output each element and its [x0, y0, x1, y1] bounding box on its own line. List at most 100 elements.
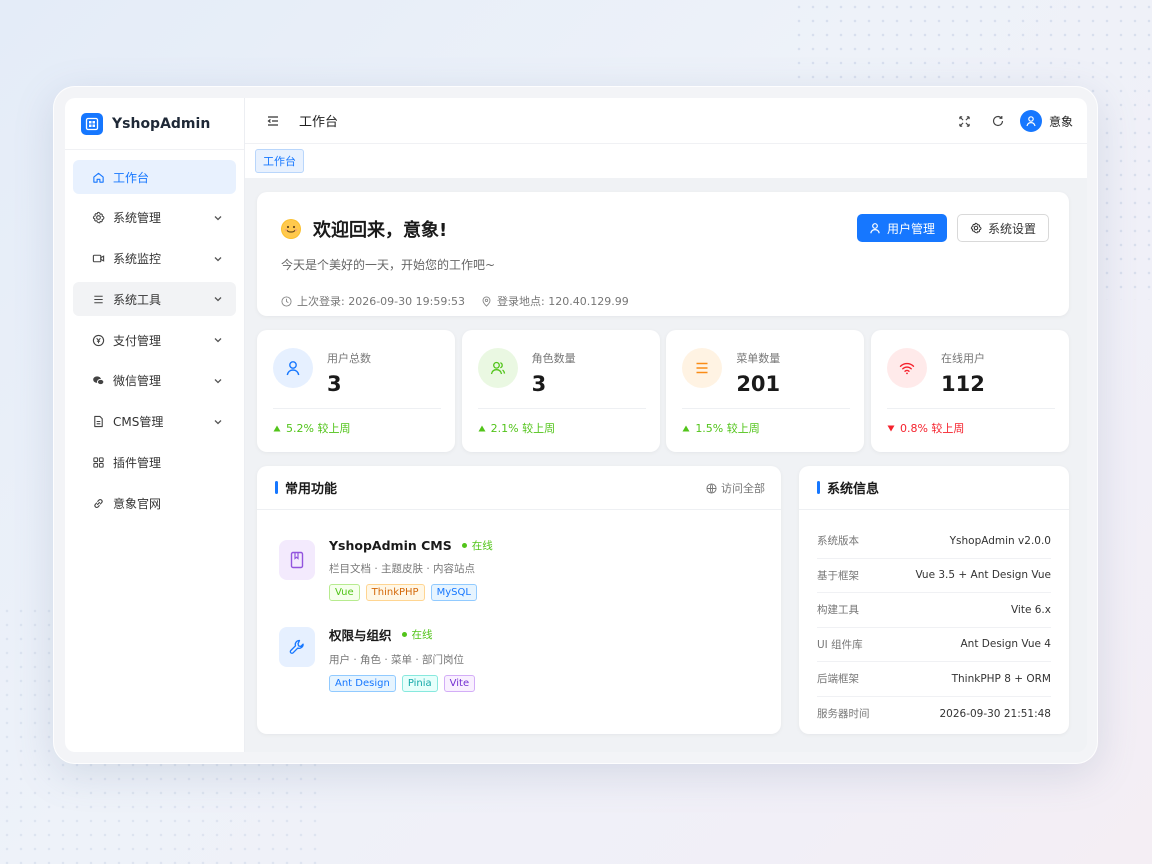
sidebar-item-label: 意象官网	[113, 496, 162, 511]
view-all-link[interactable]: 访问全部	[706, 466, 765, 510]
sidebar-item-label: 系统监控	[113, 252, 162, 267]
welcome-card: 欢迎回来，意象! 今天是个美好的一天，开始您的工作吧~ 上次登录: 2026-0…	[257, 192, 1069, 316]
favorite-item[interactable]: 权限与组织 在线 用户 · 角色 · 菜单 · 部门岗位 Ant Design …	[257, 625, 781, 692]
avatar[interactable]	[1019, 110, 1042, 132]
logo-icon	[81, 112, 103, 135]
favorites-title: 常用功能	[285, 482, 338, 497]
tech-tag: Ant Design	[329, 675, 396, 692]
user-management-label: 用户管理	[886, 221, 935, 236]
info-key: 系统版本	[817, 535, 859, 548]
tags-bar: 工作台	[245, 144, 1087, 178]
favorite-desc: 用户 · 角色 · 菜单 · 部门岗位	[329, 654, 465, 666]
book-icon	[279, 540, 315, 580]
username[interactable]: 意象	[1049, 113, 1073, 130]
video-icon	[91, 252, 105, 266]
smile-emoji-icon	[281, 219, 301, 239]
user-icon	[273, 348, 313, 388]
triangle-down-icon	[887, 425, 895, 431]
status-text: 在线	[471, 540, 493, 552]
chevron-down-icon	[214, 215, 222, 221]
location-pin-icon	[482, 295, 491, 307]
system-settings-button[interactable]: 系统设置	[956, 214, 1049, 242]
stat-trend: 0.8% 较上周	[887, 420, 964, 436]
info-key: 后端框架	[817, 673, 859, 686]
brand[interactable]: YshopAdmin	[65, 98, 244, 150]
chevron-down-icon	[214, 256, 222, 262]
tech-tag: ThinkPHP	[365, 584, 425, 601]
sidebar-item-website[interactable]: 意象官网	[73, 486, 236, 520]
sidebar-item-tools[interactable]: 系统工具	[73, 282, 236, 317]
gear-icon	[970, 222, 982, 234]
sidebar-item-system[interactable]: 系统管理	[73, 201, 236, 235]
status-text: 在线	[411, 629, 433, 641]
tech-tag: Vite	[443, 675, 476, 692]
fullscreen-icon[interactable]	[957, 113, 973, 129]
stat-value: 3	[327, 372, 342, 396]
stat-card-menus[interactable]: 菜单数量 201 1.5% 较上周	[666, 330, 865, 452]
stat-card-users[interactable]: 用户总数 3 5.2% 较上周	[257, 330, 455, 452]
system-info-card: 系统信息 系统版本 YshopAdmin v2.0.0 基于框架 Vue 3.5 +…	[799, 466, 1069, 734]
status-badge: 在线	[401, 627, 433, 642]
sidebar-item-cms[interactable]: CMS管理	[73, 405, 236, 439]
stat-trend-text: 0.8% 较上周	[899, 422, 965, 435]
info-row: 服务器时间 2026-09-30 21:51:48	[817, 697, 1051, 732]
tech-tag: Pinia	[401, 675, 438, 692]
stat-value: 3	[531, 372, 547, 396]
wifi-icon	[886, 348, 927, 388]
tech-tag: MySQL	[430, 584, 477, 601]
chevron-down-icon	[214, 297, 222, 302]
sidebar-item-label: 支付管理	[113, 333, 162, 348]
menu-lines-icon	[91, 292, 105, 306]
sidebar-item-payment[interactable]: 支付管理	[73, 323, 236, 357]
stat-value: 201	[736, 372, 781, 396]
stat-trend-text: 2.1% 较上周	[490, 422, 556, 435]
stat-trend-text: 5.2% 较上周	[286, 422, 351, 435]
favorites-card: 常用功能 访问全部 YshopAdmin CMS 在线 栏目文档 · 主题皮肤 …	[257, 466, 781, 734]
tag-dashboard[interactable]: 工作台	[255, 149, 304, 173]
yen-icon	[91, 333, 105, 347]
document-icon	[91, 415, 105, 429]
favorite-item[interactable]: YshopAdmin CMS 在线 栏目文档 · 主题皮肤 · 内容站点 Vue…	[257, 538, 781, 601]
stat-card-online[interactable]: 在线用户 112 0.8% 较上周	[870, 330, 1069, 452]
favorite-name: YshopAdmin CMS	[329, 538, 452, 553]
sidebar-item-label: 系统工具	[113, 292, 162, 307]
stat-card-roles[interactable]: 角色数量 3 2.1% 较上周	[461, 330, 660, 452]
system-info-list: 系统版本 YshopAdmin v2.0.0 基于框架 Vue 3.5 + Ant …	[799, 510, 1069, 731]
sidebar-item-wechat[interactable]: 微信管理	[73, 364, 236, 398]
last-login: 上次登录: 2026-09-30 19:59:53	[297, 295, 466, 308]
info-value: Ant Design Vue 4	[960, 638, 1052, 651]
stat-label: 用户总数	[327, 352, 371, 365]
users-group-icon	[477, 348, 518, 388]
info-row: 系统版本 YshopAdmin v2.0.0	[817, 524, 1051, 559]
wechat-icon	[91, 374, 105, 388]
stat-label: 在线用户	[940, 352, 985, 365]
info-key: 服务器时间	[817, 708, 870, 721]
collapse-menu-icon[interactable]	[265, 113, 281, 129]
refresh-icon[interactable]	[990, 113, 1006, 129]
info-row: 基于框架 Vue 3.5 + Ant Design Vue	[817, 559, 1051, 593]
sidebar-item-dashboard[interactable]: 工作台	[73, 160, 236, 194]
info-value: Vue 3.5 + Ant Design Vue	[915, 569, 1051, 582]
stats-row: 用户总数 3 5.2% 较上周 角色数量 3 2.1% 较上周 菜单数量 201…	[257, 330, 1069, 452]
chevron-down-icon	[214, 379, 222, 384]
stat-label: 角色数量	[531, 352, 576, 365]
chevron-down-icon	[214, 338, 222, 343]
sidebar-menu: 工作台 系统管理 系统监控 系统工具 支付管理 微信管理 CMS管理 插件管理 …	[65, 150, 244, 537]
login-meta: 上次登录: 2026-09-30 19:59:53 登录地点: 120.40.1…	[281, 293, 1045, 309]
wrench-icon	[279, 627, 315, 667]
sidebar-item-plugins[interactable]: 插件管理	[73, 446, 236, 480]
welcome-subtitle: 今天是个美好的一天，开始您的工作吧~	[281, 258, 496, 272]
info-value: YshopAdmin v2.0.0	[949, 534, 1051, 547]
topbar: 工作台 意象	[245, 98, 1087, 144]
user-management-button[interactable]: 用户管理	[856, 214, 947, 242]
sidebar-item-label: 系统管理	[113, 211, 162, 226]
stat-trend-text: 1.5% 较上周	[695, 422, 760, 435]
menu-lines-icon	[682, 348, 723, 388]
info-key: UI 组件库	[817, 638, 863, 651]
info-row: 后端框架 ThinkPHP 8 + ORM	[817, 662, 1051, 697]
stat-trend: 1.5% 较上周	[682, 420, 760, 436]
app-window: YshopAdmin 工作台 系统管理 系统监控 系统工具 支付管理 微信管理 …	[65, 98, 1087, 752]
triangle-up-icon	[682, 425, 690, 431]
sidebar-item-monitor[interactable]: 系统监控	[73, 242, 236, 276]
content: 欢迎回来，意象! 今天是个美好的一天，开始您的工作吧~ 上次登录: 2026-0…	[257, 192, 1069, 734]
